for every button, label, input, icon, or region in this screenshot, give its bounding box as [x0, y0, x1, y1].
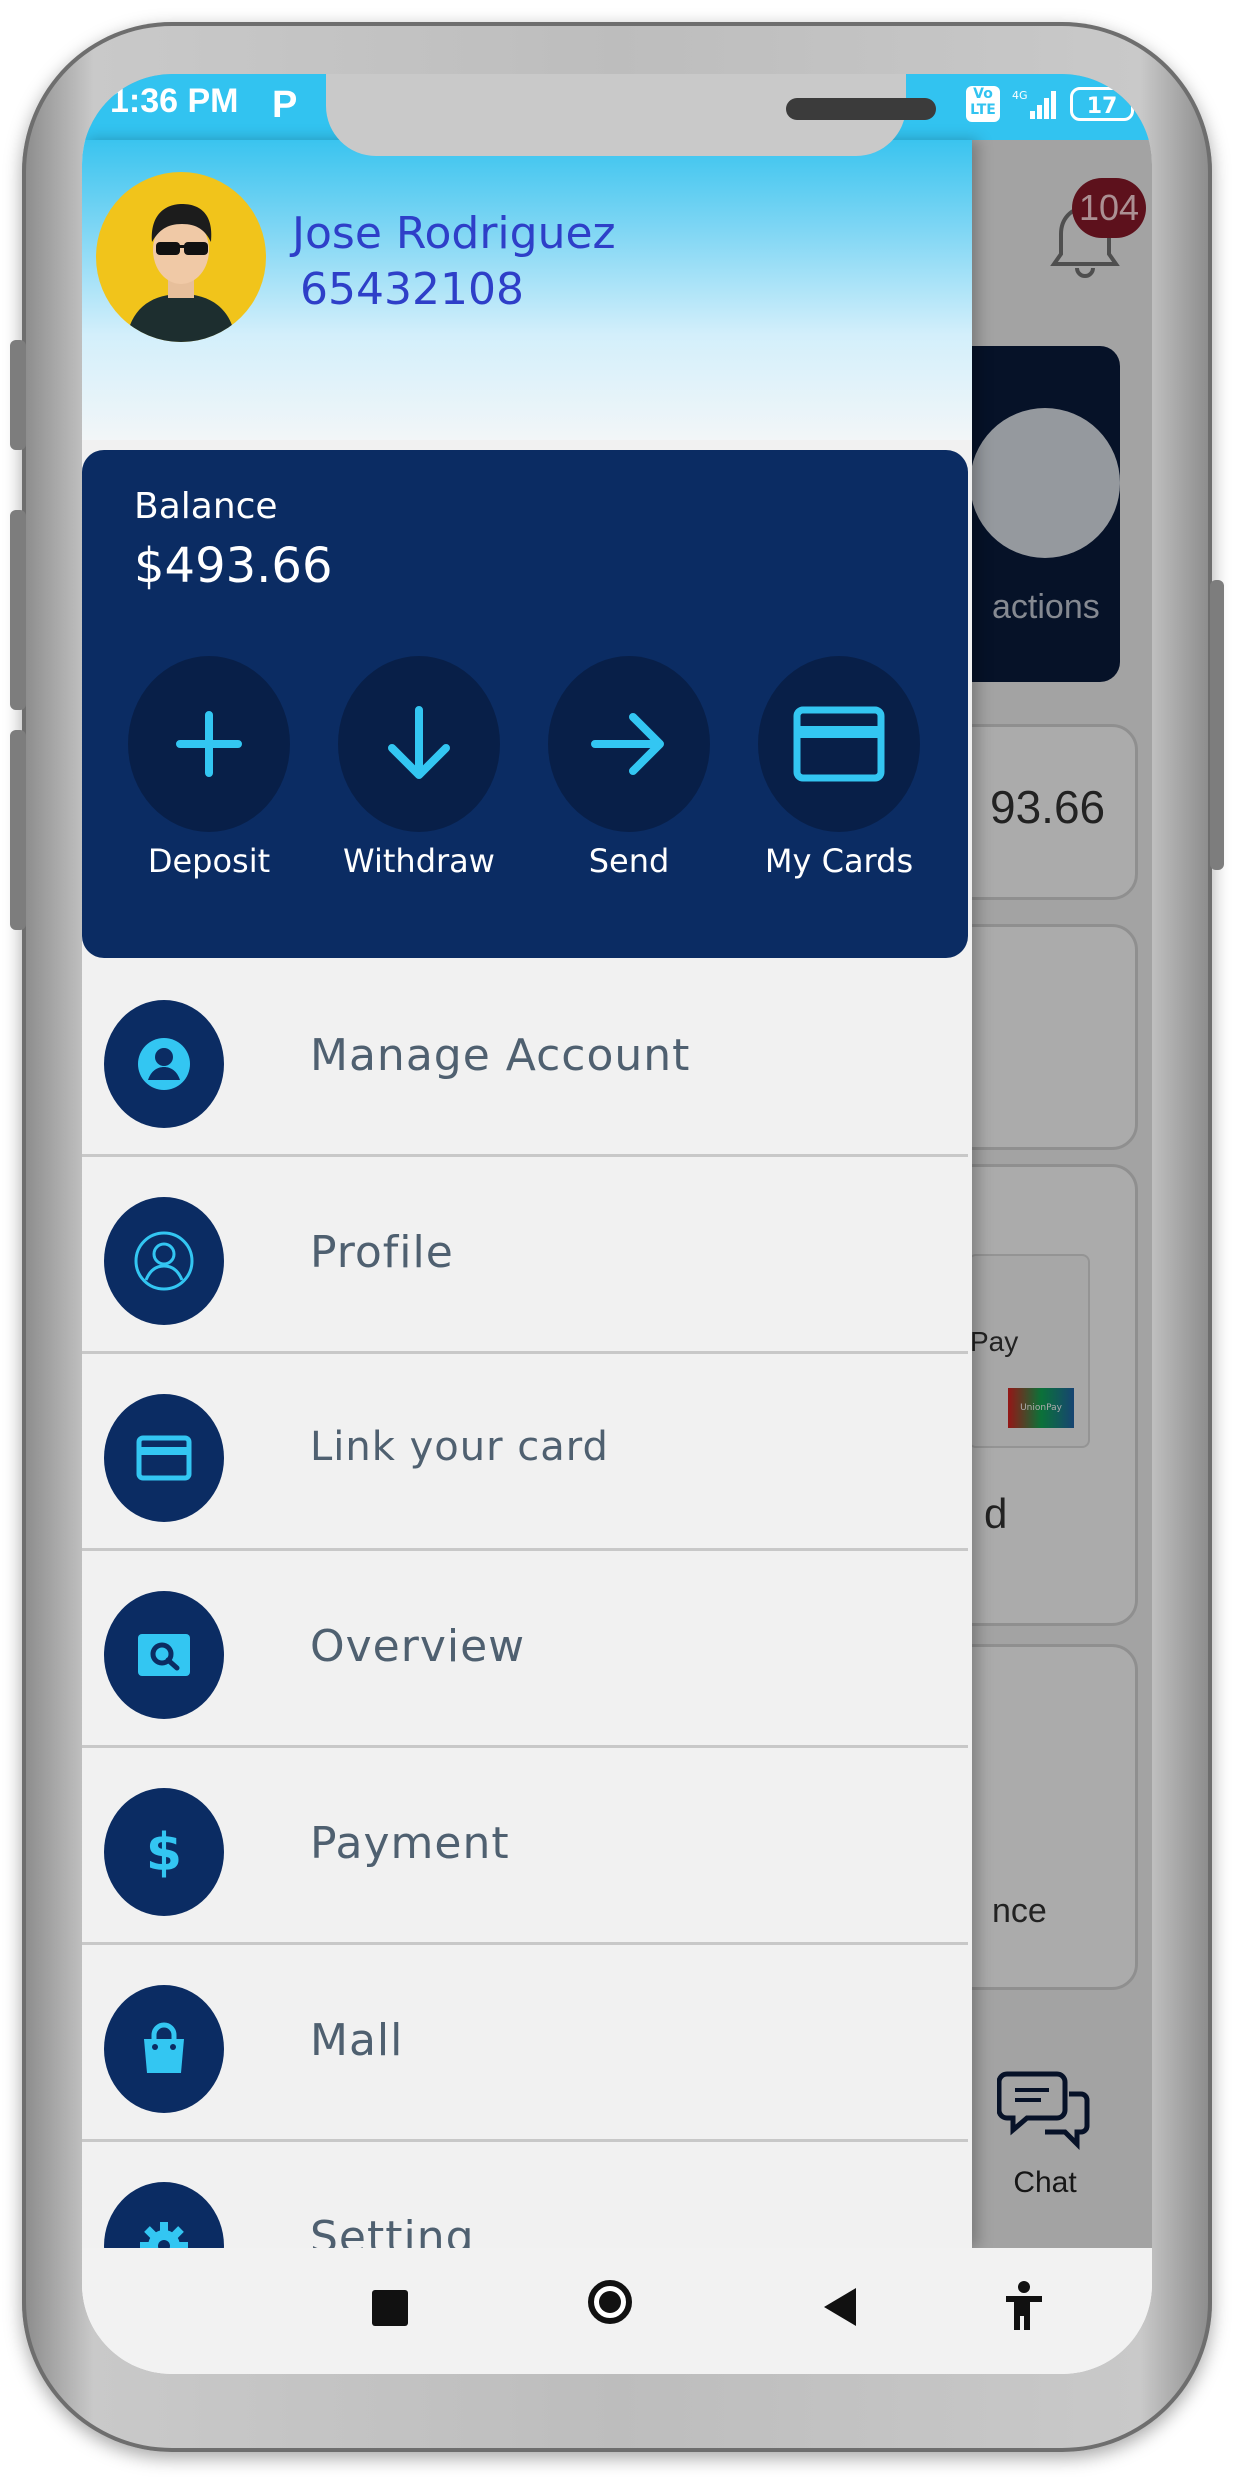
plus-icon — [176, 711, 242, 777]
volume-button — [10, 730, 26, 930]
menu-label: Payment — [310, 1818, 510, 1869]
back-button[interactable] — [820, 2284, 860, 2330]
navigation-drawer: Jose Rodriguez 65432108 Balance $493.66 … — [82, 140, 972, 2339]
menu-label: Overview — [310, 1621, 526, 1672]
svg-text:$: $ — [146, 1823, 182, 1882]
deposit-label: Deposit — [147, 842, 271, 880]
menu-item-link-card[interactable]: Link your card — [82, 1354, 968, 1551]
withdraw-button[interactable]: Withdraw — [338, 656, 500, 880]
menu-item-mall[interactable]: Mall — [82, 1945, 968, 2142]
menu-item-overview[interactable]: Overview — [82, 1551, 968, 1748]
dollar-icon: $ — [146, 1823, 182, 1882]
system-navigation-bar — [82, 2248, 1152, 2374]
menu-label: Mall — [310, 2015, 404, 2066]
signal-icon: 4G — [1012, 89, 1056, 119]
volume-button — [10, 340, 26, 450]
my-cards-label: My Cards — [764, 842, 914, 880]
user-avatar-icon — [126, 204, 236, 342]
menu-item-profile[interactable]: Profile — [82, 1157, 968, 1354]
parking-notification-icon: P — [272, 84, 298, 126]
user-avatar[interactable] — [96, 172, 266, 342]
power-button — [1210, 580, 1224, 870]
deposit-button[interactable]: Deposit — [128, 656, 290, 880]
recents-button[interactable] — [372, 2290, 408, 2326]
search-card-icon — [138, 1634, 190, 1676]
card-icon — [793, 706, 885, 782]
menu-label: Link your card — [310, 1424, 609, 1470]
shopping-bag-icon — [144, 2022, 184, 2073]
battery-icon: 17 — [1070, 87, 1134, 121]
user-name: Jose Rodriguez — [292, 208, 616, 259]
volume-button — [10, 510, 26, 710]
drawer-header: Jose Rodriguez 65432108 — [82, 140, 972, 440]
arrow-down-icon — [388, 706, 450, 779]
menu-label: Profile — [310, 1227, 454, 1278]
balance-label: Balance — [134, 486, 278, 527]
account-number: 65432108 — [300, 264, 524, 315]
drawer-menu: Manage Account Profile Link your card Ov… — [82, 960, 968, 2339]
arrow-right-icon — [591, 713, 664, 775]
send-button[interactable]: Send — [548, 656, 710, 880]
card-icon — [136, 1435, 192, 1481]
profile-icon — [134, 1231, 194, 1291]
send-label: Send — [588, 842, 670, 880]
balance-value: $493.66 — [134, 538, 333, 594]
menu-item-payment[interactable]: $ Payment — [82, 1748, 968, 1945]
accessibility-icon[interactable] — [1002, 2280, 1046, 2332]
svg-text:4G: 4G — [1012, 89, 1028, 102]
camera-notch — [326, 74, 936, 156]
home-button[interactable] — [588, 2280, 632, 2324]
status-time: 1:36 PM — [110, 82, 239, 120]
status-icons: Vo LTE 4G 17 — [966, 86, 1134, 122]
volte-icon: Vo LTE — [966, 86, 1000, 122]
menu-label: Manage Account — [310, 1030, 691, 1081]
my-cards-button[interactable]: My Cards — [758, 656, 920, 880]
phone-screen: 104 actions 93.66 Pay UnionPay d nce Cha… — [82, 74, 1152, 2374]
speaker-grille — [786, 98, 936, 120]
account-circle-icon — [138, 1038, 190, 1090]
withdraw-label: Withdraw — [343, 842, 495, 880]
menu-item-manage-account[interactable]: Manage Account — [82, 960, 968, 1157]
